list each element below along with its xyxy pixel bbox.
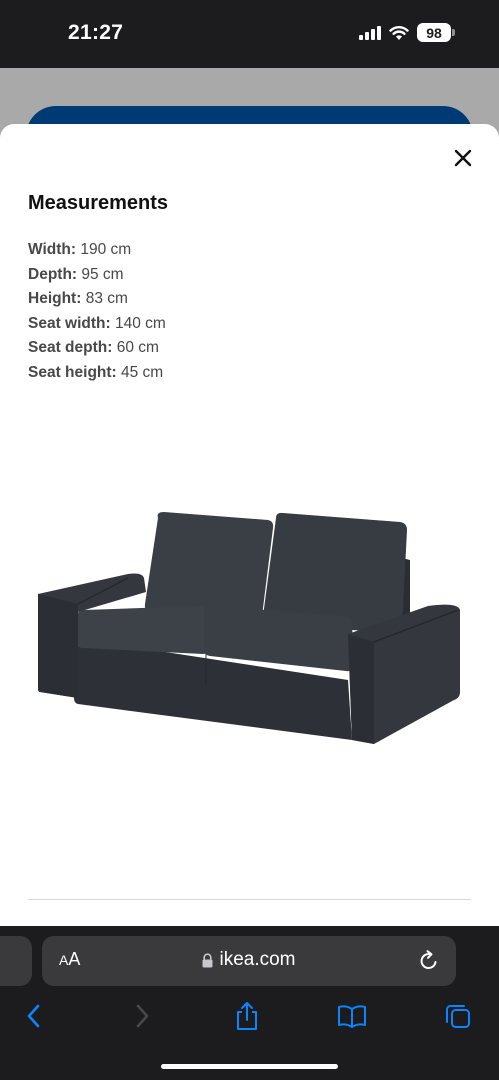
browser-chrome: AA ikea.com <box>0 926 499 1080</box>
sheet-divider <box>28 899 471 900</box>
measurement-seat-height: Seat height: 45 cm <box>28 361 166 386</box>
bookmarks-button[interactable] <box>334 998 370 1034</box>
status-time: 21:27 <box>68 21 124 44</box>
battery-cap <box>452 29 455 36</box>
measurement-value: 45 cm <box>116 363 164 381</box>
measurement-value: 190 cm <box>76 241 132 258</box>
forward-button[interactable] <box>124 998 160 1034</box>
measurement-width: Width: 190 cm <box>28 238 166 263</box>
cellular-signal-icon <box>359 25 381 40</box>
battery-level: 98 <box>417 23 451 42</box>
measurement-label: Width: <box>28 241 77 258</box>
measurement-height: Height: 83 cm <box>28 287 166 312</box>
address-bar[interactable]: AA ikea.com <box>42 936 456 986</box>
bookmarks-icon <box>338 1005 366 1028</box>
share-button[interactable] <box>229 998 265 1034</box>
measurement-label: Seat height: <box>28 363 117 381</box>
reload-button[interactable] <box>416 948 442 974</box>
measurements-list: Width: 190 cm Depth: 95 cm Height: 83 cm… <box>28 238 166 385</box>
wifi-icon <box>389 26 409 40</box>
lock-icon <box>202 952 213 967</box>
measurement-depth: Depth: 95 cm <box>28 263 166 288</box>
measurement-label: Height: <box>28 290 82 307</box>
product-image <box>30 508 470 758</box>
measurement-value: 140 cm <box>110 314 166 332</box>
close-icon <box>454 149 472 167</box>
close-button[interactable] <box>449 144 477 172</box>
share-icon <box>237 1002 257 1030</box>
previous-tab-peek[interactable] <box>0 936 32 986</box>
url-display[interactable]: ikea.com <box>42 949 456 971</box>
measurement-seat-width: Seat width: 140 cm <box>28 312 166 337</box>
sofa-illustration <box>38 512 460 744</box>
measurement-label: Depth: <box>28 265 78 283</box>
tabs-icon <box>446 1005 470 1028</box>
measurement-value: 60 cm <box>112 339 159 356</box>
measurement-value: 95 cm <box>77 265 124 283</box>
measurement-label: Seat width: <box>28 314 111 332</box>
status-bar: 21:27 98 <box>0 0 499 68</box>
measurement-value: 83 cm <box>81 290 128 307</box>
measurement-seat-depth: Seat depth: 60 cm <box>28 336 166 361</box>
back-icon <box>27 1004 40 1028</box>
tabs-button[interactable] <box>440 998 476 1034</box>
status-icons: 98 <box>359 23 455 42</box>
url-text: ikea.com <box>219 949 296 970</box>
sheet-title: Measurements <box>28 192 169 214</box>
back-button[interactable] <box>16 998 52 1034</box>
forward-icon <box>136 1004 149 1028</box>
measurement-label: Seat depth: <box>28 339 113 356</box>
battery-icon: 98 <box>417 23 455 42</box>
browser-toolbar <box>0 998 499 1038</box>
home-indicator[interactable] <box>161 1064 338 1069</box>
reload-icon <box>420 950 437 970</box>
measurements-sheet: Measurements Width: 190 cm Depth: 95 cm … <box>0 124 499 930</box>
